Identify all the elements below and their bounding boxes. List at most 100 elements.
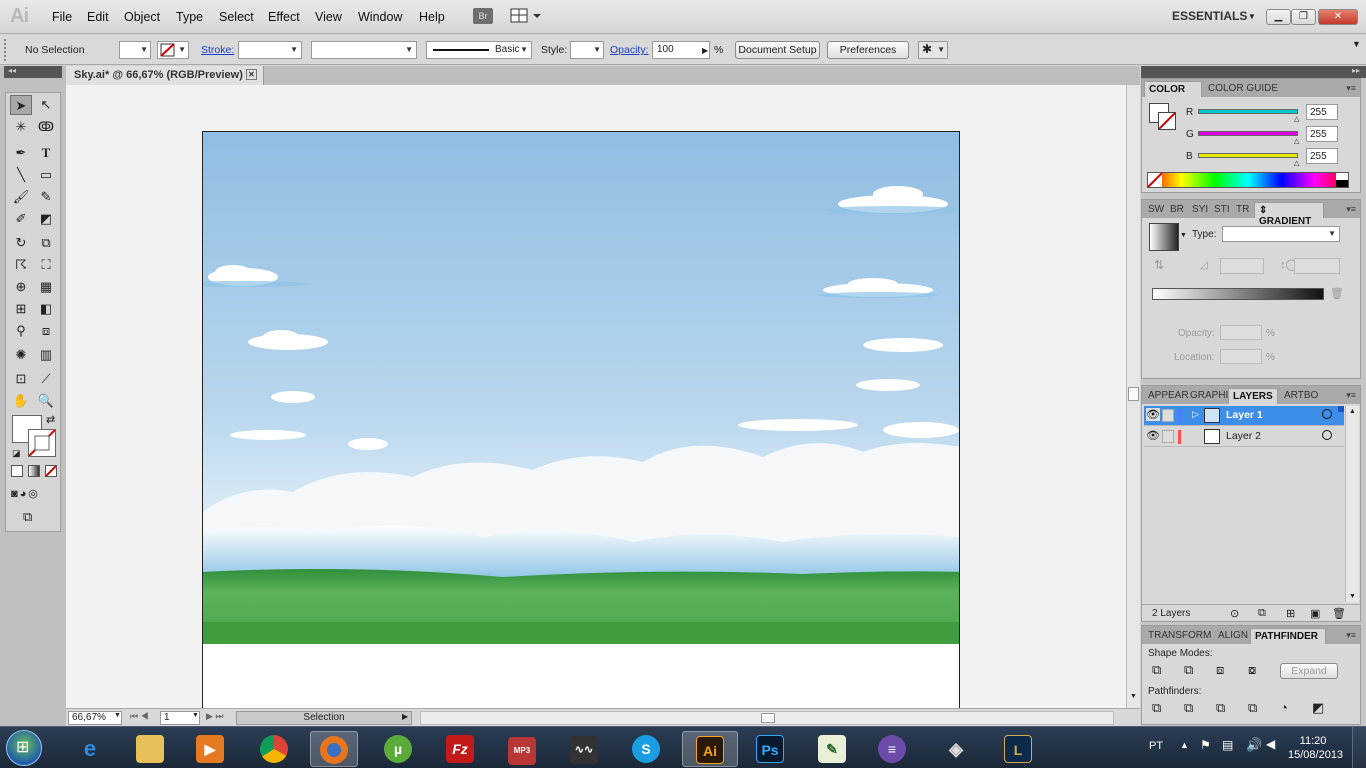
scroll-down-icon[interactable]: ▼ [1349, 593, 1356, 600]
tab-graphic-styles[interactable]: GRAPHI [1186, 388, 1228, 404]
menu-window[interactable]: Window [358, 10, 402, 24]
symbol-sprayer-tool-icon[interactable]: ✺ [10, 345, 32, 365]
menu-file[interactable]: File [52, 10, 72, 24]
lock-toggle[interactable] [1162, 409, 1174, 422]
mesh-tool-icon[interactable]: ⊞ [10, 299, 32, 319]
free-transform-tool-icon[interactable]: ⛶ [35, 255, 57, 275]
type-tool-icon[interactable]: T [35, 143, 57, 163]
dock-header[interactable]: ▸▸ [1141, 66, 1366, 78]
tab-appearance[interactable]: APPEAR [1144, 388, 1189, 404]
audio-editor-icon[interactable]: ∿∿ [560, 731, 608, 767]
chevron-down-icon[interactable]: ▼ [114, 712, 121, 719]
screen-mode-icon[interactable]: ⧉ [23, 509, 45, 525]
outline-icon[interactable]: ◔ [1280, 700, 1288, 715]
blend-tool-icon[interactable]: ⧈ [35, 321, 57, 341]
white-swatch[interactable] [1336, 173, 1348, 180]
default-colors-icon[interactable]: ◪ [12, 448, 21, 459]
unity-icon[interactable]: ◈ [932, 731, 980, 767]
target-icon[interactable] [1322, 409, 1332, 419]
aspect-ratio-input[interactable] [1294, 258, 1340, 274]
eclipse-icon[interactable]: ≡ [868, 731, 916, 767]
sky-landscape-artwork[interactable] [203, 132, 960, 711]
photoshop-icon[interactable]: Ps [746, 731, 794, 767]
chevron-down-icon[interactable]: ▼ [192, 712, 199, 719]
angle-input[interactable] [1220, 258, 1264, 274]
eye-icon[interactable]: 👁 [1146, 408, 1160, 421]
input-language[interactable]: PT [1149, 740, 1163, 752]
lasso-tool-icon[interactable]: ↂ [35, 117, 57, 137]
warp-tool-icon[interactable]: ☈ [10, 255, 32, 275]
chevron-down-icon[interactable]: ▼ [1180, 232, 1187, 239]
media-player-icon[interactable]: ▶ [186, 731, 234, 767]
artboard[interactable] [202, 131, 960, 711]
document-tab[interactable]: Sky.ai* @ 66,67% (RGB/Preview) ✕ [66, 66, 264, 85]
tab-symbols[interactable]: SYI [1188, 202, 1210, 218]
firefox-icon[interactable] [310, 731, 358, 767]
zoom-tool-icon[interactable]: 🔍 [35, 391, 57, 411]
blob-brush-tool-icon[interactable]: ✐ [10, 209, 32, 229]
divide-icon[interactable]: ⧉ [1152, 700, 1161, 716]
scroll-thumb[interactable] [1128, 387, 1139, 401]
gradient-slider[interactable] [1152, 288, 1324, 300]
column-graph-tool-icon[interactable]: ▥ [35, 345, 57, 365]
preferences-button[interactable]: Preferences [827, 41, 909, 59]
slider-handle-icon[interactable]: △ [1294, 115, 1299, 123]
menu-select[interactable]: Select [219, 10, 254, 24]
action-center-flag-icon[interactable]: ⚑ [1200, 738, 1211, 752]
network-icon[interactable]: ▤ [1222, 738, 1233, 752]
menu-object[interactable]: Object [124, 10, 160, 24]
perspective-grid-tool-icon[interactable]: ▦ [35, 277, 57, 297]
scroll-down-icon[interactable]: ▼ [1130, 693, 1137, 700]
magic-wand-tool-icon[interactable]: ✳ [10, 117, 32, 137]
skype-icon[interactable]: S [622, 731, 670, 767]
internet-explorer-icon[interactable]: e [66, 731, 114, 767]
intersect-icon[interactable]: ⧈ [1216, 662, 1224, 678]
opacity-label[interactable]: Opacity: [610, 44, 649, 56]
stroke-color-swatch[interactable] [1158, 112, 1176, 130]
minus-back-icon[interactable]: ◩ [1312, 700, 1324, 716]
channel-b-value[interactable]: 255 [1306, 148, 1338, 164]
bridge-button[interactable]: Br [473, 8, 493, 24]
chevron-down-icon[interactable]: ▼ [1248, 12, 1256, 21]
mp3-converter-icon[interactable]: MP3 [498, 731, 546, 767]
tab-transparency[interactable]: TR [1232, 202, 1254, 218]
tools-panel-header[interactable]: ◂◂ [4, 66, 62, 78]
rotate-tool-icon[interactable]: ↻ [10, 233, 32, 253]
panel-menu-icon[interactable]: ▾≡ [1346, 630, 1356, 641]
notepad-icon[interactable]: ✎ [808, 731, 856, 767]
canvas-area[interactable] [66, 85, 1126, 711]
expand-button[interactable]: Expand [1280, 663, 1338, 679]
color-spectrum[interactable] [1147, 172, 1349, 188]
slider-handle-icon[interactable]: △ [1294, 159, 1299, 167]
menu-type[interactable]: Type [176, 10, 203, 24]
minus-front-icon[interactable]: ⧉ [1184, 662, 1193, 678]
menu-view[interactable]: View [315, 10, 342, 24]
menu-help[interactable]: Help [419, 10, 445, 24]
menu-edit[interactable]: Edit [87, 10, 109, 24]
lock-toggle[interactable] [1162, 430, 1174, 443]
clock[interactable]: 11:20 15/08/2013 [1288, 734, 1343, 762]
crop-icon[interactable]: ⧉ [1248, 700, 1257, 716]
panel-menu-icon[interactable]: ▾≡ [1346, 83, 1356, 94]
slice-tool-icon[interactable]: ⟋ [35, 369, 57, 389]
stroke-swatch[interactable]: ▼ [157, 41, 189, 59]
status-selector[interactable]: Selection [236, 711, 412, 725]
expand-arrow-icon[interactable]: ▷ [1192, 409, 1199, 420]
horizontal-scrollbar[interactable] [420, 711, 1114, 725]
channel-g-value[interactable]: 255 [1306, 126, 1338, 142]
rectangle-tool-icon[interactable]: ▭ [35, 165, 57, 185]
stop-opacity-input[interactable] [1220, 325, 1262, 340]
tab-transform[interactable]: TRANSFORM [1144, 628, 1212, 644]
tab-align[interactable]: ALIGN [1214, 628, 1250, 644]
swap-colors-icon[interactable]: ⇄ [46, 413, 55, 426]
drawing-modes-icon[interactable]: ◙◕◎ [11, 487, 59, 503]
stroke-weight-input[interactable]: ▼ [238, 41, 302, 59]
selection-tool-icon[interactable]: ➤ [10, 95, 32, 115]
minimize-button[interactable]: ▁ [1266, 9, 1291, 25]
scroll-up-icon[interactable]: ▲ [1349, 408, 1356, 415]
locate-object-icon[interactable]: ⊙ [1230, 607, 1239, 620]
layer-name[interactable]: Layer 2 [1226, 430, 1261, 442]
gradient-preview[interactable] [1149, 223, 1179, 251]
trim-icon[interactable]: ⧉ [1184, 700, 1193, 716]
pen-tool-icon[interactable]: ✒ [10, 143, 32, 163]
